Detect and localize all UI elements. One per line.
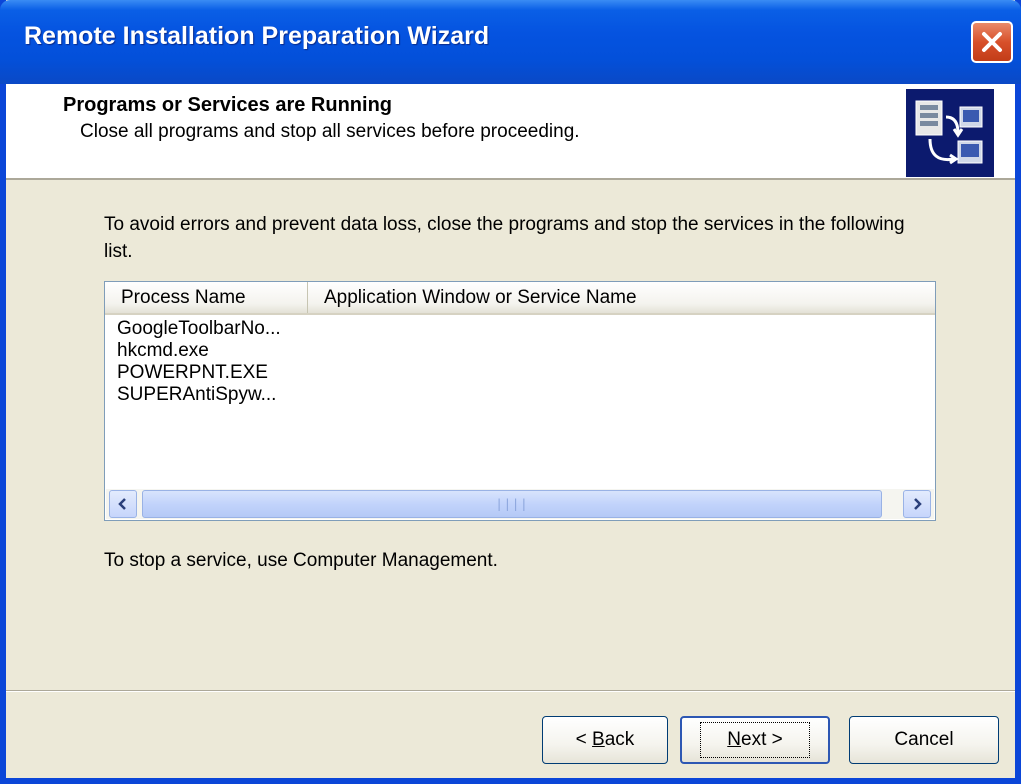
title-bar[interactable]: Remote Installation Preparation Wizard (0, 0, 1021, 84)
column-header-service-name[interactable]: Application Window or Service Name (308, 282, 935, 313)
list-header: Process Name Application Window or Servi… (105, 282, 935, 315)
list-item[interactable]: GoogleToolbarNo... (105, 318, 935, 340)
window-title: Remote Installation Preparation Wizard (24, 22, 490, 50)
computer-management-hint: To stop a service, use Computer Manageme… (104, 550, 498, 571)
next-button[interactable]: Next > (680, 716, 830, 764)
close-icon (982, 32, 1002, 52)
horizontal-scrollbar[interactable]: |||| (106, 489, 934, 519)
list-item[interactable]: POWERPNT.EXE (105, 362, 935, 384)
process-list[interactable]: Process Name Application Window or Servi… (104, 281, 936, 521)
back-button[interactable]: < Back (542, 716, 668, 764)
back-label: ack (604, 729, 635, 750)
list-item[interactable]: SUPERAntiSpyw... (105, 384, 935, 406)
grip-icon: |||| (495, 497, 529, 511)
remote-install-icon (906, 89, 994, 177)
cancel-button[interactable]: Cancel (849, 716, 999, 764)
scroll-right-button[interactable] (903, 490, 931, 518)
scroll-thumb[interactable]: |||| (142, 490, 882, 518)
list-item[interactable]: hkcmd.exe (105, 340, 935, 362)
back-mnemonic: B (592, 729, 605, 750)
back-prefix: < (575, 729, 593, 750)
next-mnemonic: N (727, 729, 741, 750)
header-title: Programs or Services are Running (63, 94, 393, 116)
chevron-right-icon (914, 498, 922, 510)
wizard-window: Remote Installation Preparation Wizard P… (0, 0, 1021, 784)
column-header-process-name[interactable]: Process Name (105, 282, 308, 313)
header-subtitle: Close all programs and stop all services… (80, 121, 580, 142)
focus-rect: Next > (700, 722, 810, 758)
button-separator (6, 690, 1015, 692)
scroll-left-button[interactable] (109, 490, 137, 518)
chevron-left-icon (118, 498, 126, 510)
next-label: ext > (741, 729, 783, 750)
close-button[interactable] (971, 21, 1013, 63)
intro-text: To avoid errors and prevent data loss, c… (104, 214, 905, 262)
list-body: GoogleToolbarNo... hkcmd.exe POWERPNT.EX… (105, 318, 935, 406)
wizard-header: Programs or Services are Running Close a… (6, 84, 1015, 180)
